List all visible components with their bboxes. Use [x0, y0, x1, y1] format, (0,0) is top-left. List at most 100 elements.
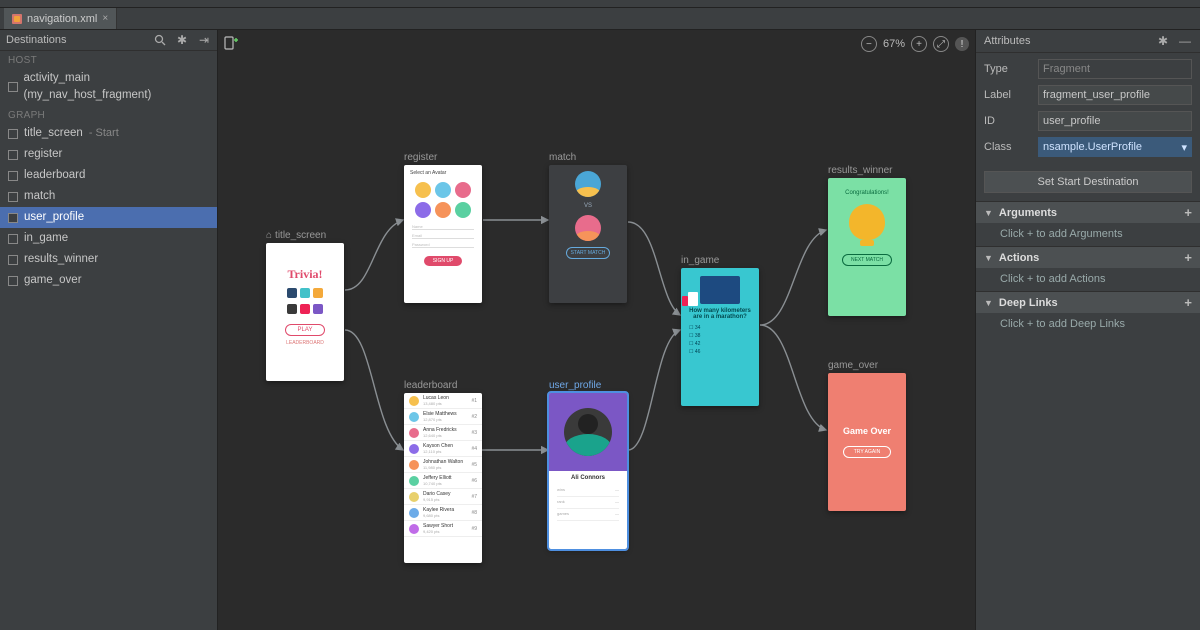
navigation-canvas[interactable]: − 67% + ⤢ ! — [218, 30, 975, 630]
node-results-winner[interactable]: results_winner Congratulations! NEXT MAT… — [828, 165, 906, 316]
xml-file-icon — [12, 14, 22, 24]
fragment-icon — [8, 255, 18, 265]
deeplinks-hint: Click + to add Deep Links — [976, 313, 1200, 336]
leaderboard-row: Dario Casey9,915 pts#7 — [404, 489, 482, 505]
answer-option: ☐ 38 — [681, 332, 759, 340]
arguments-section-header[interactable]: ▼Arguments+ — [976, 202, 1200, 223]
search-icon[interactable] — [153, 33, 167, 47]
node-label: ⌂title_screen — [266, 230, 344, 241]
caret-down-icon: ▼ — [984, 298, 993, 308]
attributes-panel: Attributes ✱ — Type Fragment Label fragm… — [975, 30, 1200, 630]
destination-match[interactable]: match — [0, 186, 217, 207]
attr-id-label: ID — [984, 115, 1032, 127]
fragment-icon — [8, 150, 18, 160]
warning-icon[interactable]: ! — [955, 37, 969, 51]
destination-label: in_game — [24, 230, 68, 247]
add-argument-icon[interactable]: + — [1184, 205, 1192, 220]
node-in-game[interactable]: in_game How many kilometers are in a mar… — [681, 255, 759, 406]
set-start-destination-button[interactable]: Set Start Destination — [984, 171, 1192, 193]
destination-label: game_over — [24, 272, 82, 289]
leaderboard-row: Elsie Matthews12,870 pts#2 — [404, 409, 482, 425]
nest-graph-icon[interactable]: ⇥ — [197, 33, 211, 47]
node-label: game_over — [828, 360, 906, 371]
attr-class-label: Class — [984, 141, 1032, 153]
try-again-button: TRY AGAIN — [843, 446, 892, 458]
trophy-icon — [849, 204, 885, 240]
zoom-level: 67% — [883, 38, 905, 50]
host-section-label: HOST — [0, 51, 217, 68]
answer-option: ☐ 46 — [681, 348, 759, 356]
destination-results_winner[interactable]: results_winner — [0, 249, 217, 270]
caret-down-icon: ▼ — [984, 253, 993, 263]
question-text: How many kilometers are in a marathon? — [681, 308, 759, 320]
add-destination-icon[interactable] — [224, 36, 238, 50]
caret-down-icon: ▼ — [984, 208, 993, 218]
destination-register[interactable]: register — [0, 144, 217, 165]
leaderboard-row: Lucas Leon13,480 pts#1 — [404, 393, 482, 409]
answer-option: ☐ 42 — [681, 340, 759, 348]
leaderboard-row: Johnathan Walton11,980 pts#5 — [404, 457, 482, 473]
trivia-title: Trivia! — [266, 267, 344, 282]
close-tab-icon[interactable]: × — [102, 13, 108, 24]
host-entry-label: activity_main (my_nav_host_fragment) — [24, 70, 209, 104]
node-label: leaderboard — [404, 380, 482, 391]
fragment-icon — [8, 213, 18, 223]
node-label: match — [549, 152, 627, 163]
game-over-title: Game Over — [843, 426, 891, 436]
node-leaderboard[interactable]: leaderboard Lucas Leon13,480 pts#1Elsie … — [404, 380, 482, 563]
fragment-icon — [8, 192, 18, 202]
destinations-panel: Destinations ✱ ⇥ HOST activity_main (my_… — [0, 30, 218, 630]
minimize-icon[interactable]: — — [1178, 34, 1192, 48]
attr-class-select[interactable]: nsample.UserProfile▾ — [1038, 137, 1192, 157]
attr-id-input[interactable]: user_profile — [1038, 111, 1192, 131]
fragment-icon — [8, 234, 18, 244]
destination-user_profile[interactable]: user_profile — [0, 207, 217, 228]
node-label: results_winner — [828, 165, 906, 176]
profile-username: Ali Connors — [549, 471, 627, 485]
fragment-icon — [8, 129, 18, 139]
add-action-icon[interactable]: + — [1184, 250, 1192, 265]
editor-tab-navigation[interactable]: navigation.xml × — [4, 8, 117, 29]
zoom-out-icon[interactable]: − — [861, 36, 877, 52]
destination-leaderboard[interactable]: leaderboard — [0, 165, 217, 186]
destination-title_screen[interactable]: title_screen - Start — [0, 123, 217, 144]
zoom-fit-icon[interactable]: ⤢ — [933, 36, 949, 52]
signup-button: SIGN UP — [424, 256, 462, 266]
node-register[interactable]: register Select an Avatar NameEmailPassw… — [404, 152, 482, 303]
node-title-screen[interactable]: ⌂title_screen Trivia! PLAY LEADERBOARD — [266, 230, 344, 381]
register-heading: Select an Avatar — [404, 165, 482, 176]
node-user-profile[interactable]: user_profile Ali Connors wins— rank— gam… — [549, 380, 627, 549]
congrats-text: Congratulations! — [845, 190, 889, 196]
host-entry[interactable]: activity_main (my_nav_host_fragment) — [0, 68, 217, 106]
node-label: register — [404, 152, 482, 163]
fragment-icon — [8, 276, 18, 286]
leaderboard-row: Anna Fredricks12,640 pts#3 — [404, 425, 482, 441]
leaderboard-row: Kaylee Rivera9,680 pts#8 — [404, 505, 482, 521]
destination-game_over[interactable]: game_over — [0, 270, 217, 291]
destination-in_game[interactable]: in_game — [0, 228, 217, 249]
zoom-in-icon[interactable]: + — [911, 36, 927, 52]
actions-hint: Click + to add Actions — [976, 268, 1200, 291]
menubar — [0, 0, 1200, 8]
node-game-over[interactable]: game_over Game Over TRY AGAIN — [828, 360, 906, 511]
actions-section-header[interactable]: ▼Actions+ — [976, 247, 1200, 268]
play-button: PLAY — [285, 324, 325, 336]
vs-text: VS — [549, 203, 627, 209]
node-match[interactable]: match VS START MATCH — [549, 152, 627, 303]
arguments-hint: Click + to add Arguments — [976, 223, 1200, 246]
destination-label: register — [24, 146, 62, 163]
editor-tabbar: navigation.xml × — [0, 8, 1200, 30]
gear-icon[interactable]: ✱ — [1156, 34, 1170, 48]
next-match-button: NEXT MATCH — [842, 254, 892, 266]
gear-icon[interactable]: ✱ — [175, 33, 189, 47]
add-deeplink-icon[interactable]: + — [1184, 295, 1192, 310]
attr-label-label: Label — [984, 89, 1032, 101]
start-match-button: START MATCH — [566, 247, 610, 259]
attr-label-input[interactable]: fragment_user_profile — [1038, 85, 1192, 105]
leaderboard-row: Sawyer Short9,420 pts#9 — [404, 521, 482, 537]
destination-label: match — [24, 188, 55, 205]
node-label: in_game — [681, 255, 759, 266]
attr-type-value: Fragment — [1038, 59, 1192, 79]
answer-option: ☐ 34 — [681, 324, 759, 332]
deeplinks-section-header[interactable]: ▼Deep Links+ — [976, 292, 1200, 313]
